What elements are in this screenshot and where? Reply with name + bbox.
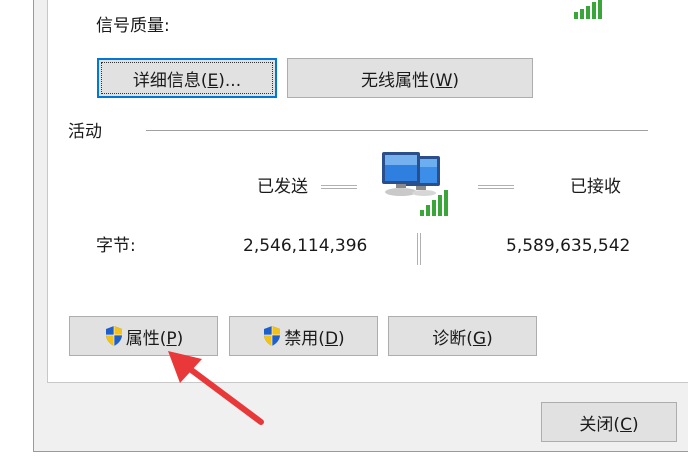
annotation-arrow-icon bbox=[168, 351, 264, 425]
wireless-properties-button[interactable]: 无线属性(W) bbox=[287, 58, 533, 98]
wireless-properties-label: 无线属性(W) bbox=[360, 70, 460, 91]
diagnose-button[interactable]: 诊断(G) bbox=[388, 316, 537, 356]
network-status-dialog: 信号质量: 详细信息(E)... 无线属性(W) 活动 已发送 已接收 字节: … bbox=[0, 0, 688, 465]
desktop-strip bbox=[0, 452, 688, 465]
uac-shield-icon bbox=[105, 326, 122, 346]
close-button-label: 关闭(C) bbox=[579, 414, 639, 435]
received-connector-line bbox=[478, 185, 514, 189]
activity-divider bbox=[146, 130, 648, 131]
sent-connector-line bbox=[321, 185, 357, 189]
details-button-label: 详细信息(E)... bbox=[132, 70, 242, 91]
uac-shield-icon bbox=[264, 326, 281, 346]
received-label: 已接收 bbox=[570, 177, 621, 197]
close-button[interactable]: 关闭(C) bbox=[541, 402, 677, 442]
bytes-separator bbox=[417, 233, 421, 265]
signal-quality-label: 信号质量: bbox=[96, 16, 170, 36]
diagnose-button-label: 诊断(G) bbox=[432, 328, 493, 349]
sent-label: 已发送 bbox=[257, 177, 308, 197]
signal-bars-icon bbox=[574, 0, 602, 19]
details-button[interactable]: 详细信息(E)... bbox=[97, 58, 277, 98]
disable-button-label: 禁用(D) bbox=[284, 328, 345, 349]
bytes-sent-value: 2,546,114,396 bbox=[243, 236, 368, 256]
network-computers-icon bbox=[382, 152, 448, 216]
activity-section-label: 活动 bbox=[68, 122, 102, 142]
bytes-received-value: 5,589,635,542 bbox=[506, 236, 631, 256]
bytes-label: 字节: bbox=[96, 236, 136, 256]
